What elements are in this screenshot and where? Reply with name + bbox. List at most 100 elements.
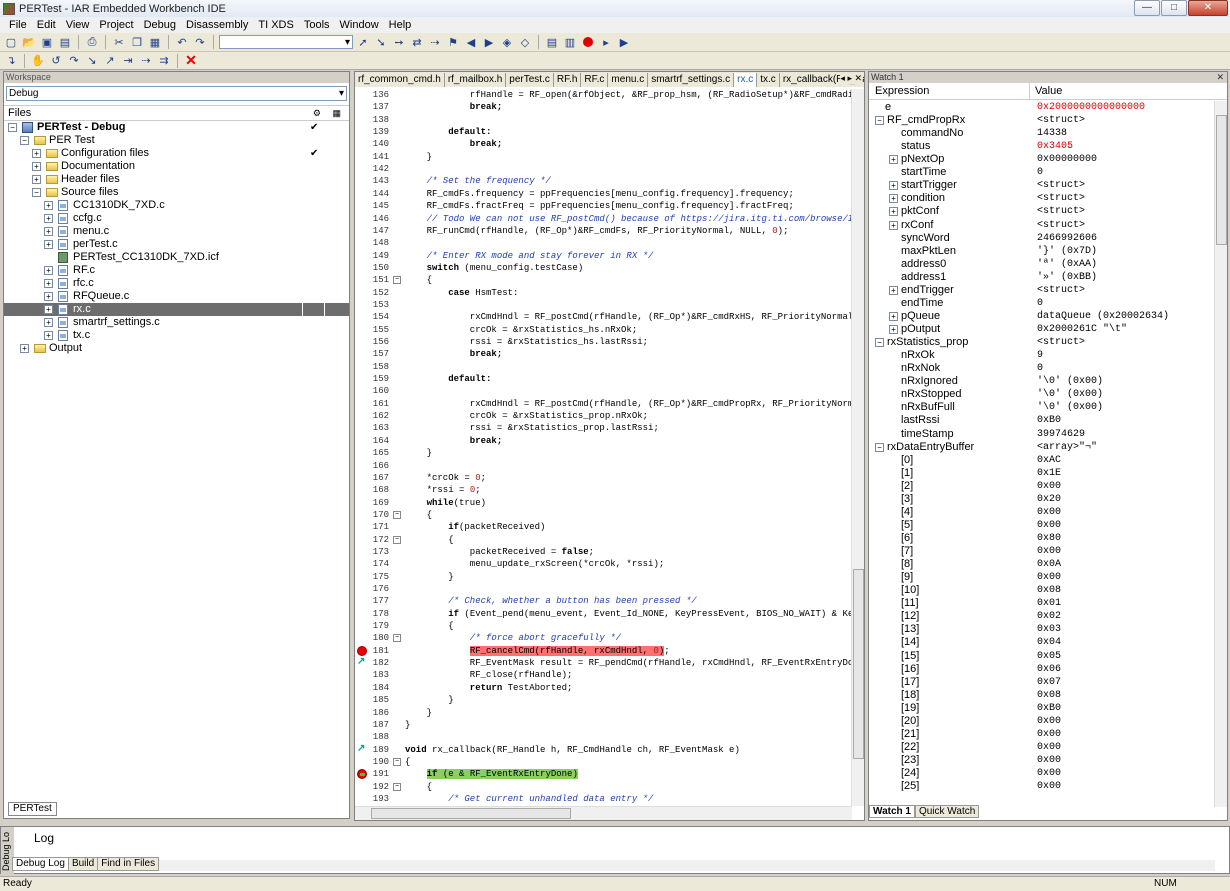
configuration-select[interactable]: Debug ▾ — [6, 86, 347, 101]
new-file-icon[interactable]: ▢ — [3, 35, 19, 49]
breakpoint-icon[interactable] — [580, 35, 596, 49]
editor-tab[interactable]: menu.c — [608, 73, 649, 87]
watch-row[interactable]: [10] 0x08 — [869, 584, 1214, 597]
tree-item[interactable]: + Output — [4, 342, 349, 355]
find-prev-icon[interactable]: ➙ — [391, 35, 407, 49]
watch-row[interactable]: − RF_cmdPropRx <struct> — [869, 114, 1214, 127]
step-into-icon[interactable]: ↘ — [84, 54, 100, 68]
editor-tab[interactable]: rf_mailbox.h — [445, 73, 507, 87]
watch-row[interactable]: [13] 0x03 — [869, 623, 1214, 636]
save-all-icon[interactable]: ▤ — [57, 35, 73, 49]
tree-item[interactable]: + smartrf_settings.c — [4, 316, 349, 329]
watch-row[interactable]: + pQueue dataQueue (0x20002634) — [869, 310, 1214, 323]
watch-row[interactable]: nRxStopped '\0' (0x00) — [869, 388, 1214, 401]
find-combo[interactable]: ▾ — [219, 35, 353, 49]
expand-icon[interactable]: + — [44, 305, 53, 314]
tree-item[interactable]: + CC1310DK_7XD.c — [4, 199, 349, 212]
watch-row[interactable]: + pOutput 0x2000261C "\t" — [869, 323, 1214, 336]
watch-row[interactable]: syncWord 2466992606 — [869, 232, 1214, 245]
watch-tab[interactable]: Quick Watch — [914, 805, 980, 818]
editor-tab[interactable]: perTest.c — [506, 73, 554, 87]
menu-window[interactable]: Window — [335, 19, 384, 31]
tree-item[interactable]: − PER Test — [4, 134, 349, 147]
watch-row[interactable]: [24] 0x00 — [869, 767, 1214, 780]
layout-column-icon[interactable]: ▦ — [332, 108, 341, 119]
stop-debug-icon[interactable]: ✕ — [183, 52, 199, 68]
fold-toggle-icon[interactable]: − — [393, 757, 401, 766]
editor-tab[interactable]: tx.c — [757, 73, 780, 87]
watch-row[interactable]: [3] 0x20 — [869, 493, 1214, 506]
expand-icon[interactable]: + — [889, 155, 898, 165]
value-column-header[interactable]: Value — [1035, 85, 1062, 97]
step-over-icon[interactable]: ↷ — [66, 54, 82, 68]
watch-row[interactable]: [20] 0x00 — [869, 715, 1214, 728]
watch-row[interactable]: commandNo 14338 — [869, 127, 1214, 140]
tree-item[interactable]: + menu.c — [4, 225, 349, 238]
tree-item[interactable]: PERTest_CC1310DK_7XD.icf — [4, 251, 349, 264]
watch-row[interactable]: nRxIgnored '\0' (0x00) — [869, 375, 1214, 388]
make-icon[interactable]: ◇ — [517, 35, 533, 49]
watch-row[interactable]: [15] 0x05 — [869, 650, 1214, 663]
watch-row[interactable]: − rxDataEntryBuffer <array>"¬" — [869, 441, 1214, 454]
editor-tab[interactable]: rx.c — [734, 73, 758, 87]
watch-row[interactable]: status 0x3405 — [869, 140, 1214, 153]
expand-icon[interactable]: + — [44, 201, 53, 210]
compile-icon[interactable]: ◈ — [499, 35, 515, 49]
close-watch-icon[interactable]: ✕ — [1216, 72, 1224, 83]
editor-tab[interactable]: RF.h — [554, 73, 582, 87]
tree-item[interactable]: + Configuration files ✔ — [4, 147, 349, 160]
tree-item[interactable]: + rx.c — [4, 303, 349, 316]
tree-item[interactable]: + RFQueue.c — [4, 290, 349, 303]
copy-icon[interactable]: ❐ — [129, 35, 145, 49]
watch-row[interactable]: [2] 0x00 — [869, 480, 1214, 493]
fold-toggle-icon[interactable]: − — [393, 535, 401, 544]
step-dropdown-icon[interactable]: ↴ — [3, 54, 19, 68]
menu-edit[interactable]: Edit — [32, 19, 61, 31]
expand-icon[interactable]: + — [889, 285, 898, 295]
tree-item[interactable]: + tx.c — [4, 329, 349, 342]
bookmark-icon[interactable]: ⚑ — [445, 35, 461, 49]
stop-build-icon[interactable]: ▤ — [544, 35, 560, 49]
run-to-cursor-icon[interactable]: ⇢ — [138, 54, 154, 68]
watch-row[interactable]: maxPktLen '}' (0x7D) — [869, 245, 1214, 258]
find-next-icon[interactable]: ➘ — [373, 35, 389, 49]
menu-ti-xds[interactable]: TI XDS — [253, 19, 298, 31]
watch-row[interactable]: [1] 0x1E — [869, 467, 1214, 480]
debug-icon[interactable]: ▸ — [598, 35, 614, 49]
watch-row[interactable]: + startTrigger <struct> — [869, 179, 1214, 192]
tree-item[interactable]: − PERTest - Debug ✔ — [4, 121, 349, 134]
expand-icon[interactable]: + — [44, 279, 53, 288]
replace-icon[interactable]: ⇄ — [409, 35, 425, 49]
step-out-icon[interactable]: ↗ — [102, 54, 118, 68]
expand-icon[interactable]: + — [44, 214, 53, 223]
collapse-icon[interactable]: − — [875, 116, 884, 126]
redo-icon[interactable]: ↷ — [192, 35, 208, 49]
goto-icon[interactable]: ⇢ — [427, 35, 443, 49]
watch-row[interactable]: nRxNok 0 — [869, 362, 1214, 375]
watch-row[interactable]: timeStamp 39974629 — [869, 428, 1214, 441]
editor-gutter[interactable]: 136 137 138 139 140 141 142 143 144 145 146 147 148 1… — [355, 89, 405, 806]
watch-row[interactable]: [19] 0xB0 — [869, 702, 1214, 715]
watch-row[interactable]: + pNextOp 0x00000000 — [869, 153, 1214, 166]
expand-icon[interactable]: + — [889, 181, 898, 191]
workspace-tab[interactable]: PERTest — [8, 802, 57, 816]
tree-item[interactable]: + Documentation — [4, 160, 349, 173]
editor-tab[interactable]: smartrf_settings.c — [648, 73, 735, 87]
tree-item[interactable]: − Source files — [4, 186, 349, 199]
menu-debug[interactable]: Debug — [139, 19, 181, 31]
expand-icon[interactable]: + — [889, 207, 898, 217]
watch-row[interactable]: [22] 0x00 — [869, 741, 1214, 754]
watch-row[interactable]: lastRssi 0xB0 — [869, 414, 1214, 427]
tree-item[interactable]: + ccfg.c — [4, 212, 349, 225]
watch-row[interactable]: + condition <struct> — [869, 192, 1214, 205]
watch-row[interactable]: [9] 0x00 — [869, 571, 1214, 584]
reset-icon[interactable]: ↺ — [48, 54, 64, 68]
editor-tab[interactable]: RF.c — [581, 73, 609, 87]
watch-row[interactable]: [16] 0x06 — [869, 663, 1214, 676]
tree-item[interactable]: + perTest.c — [4, 238, 349, 251]
editor-horizontal-scrollbar[interactable] — [355, 806, 852, 820]
watch-row[interactable]: [7] 0x00 — [869, 545, 1214, 558]
log-tab[interactable]: Find in Files — [97, 857, 160, 871]
watch-row[interactable]: [11] 0x01 — [869, 597, 1214, 610]
expand-icon[interactable]: + — [44, 266, 53, 275]
